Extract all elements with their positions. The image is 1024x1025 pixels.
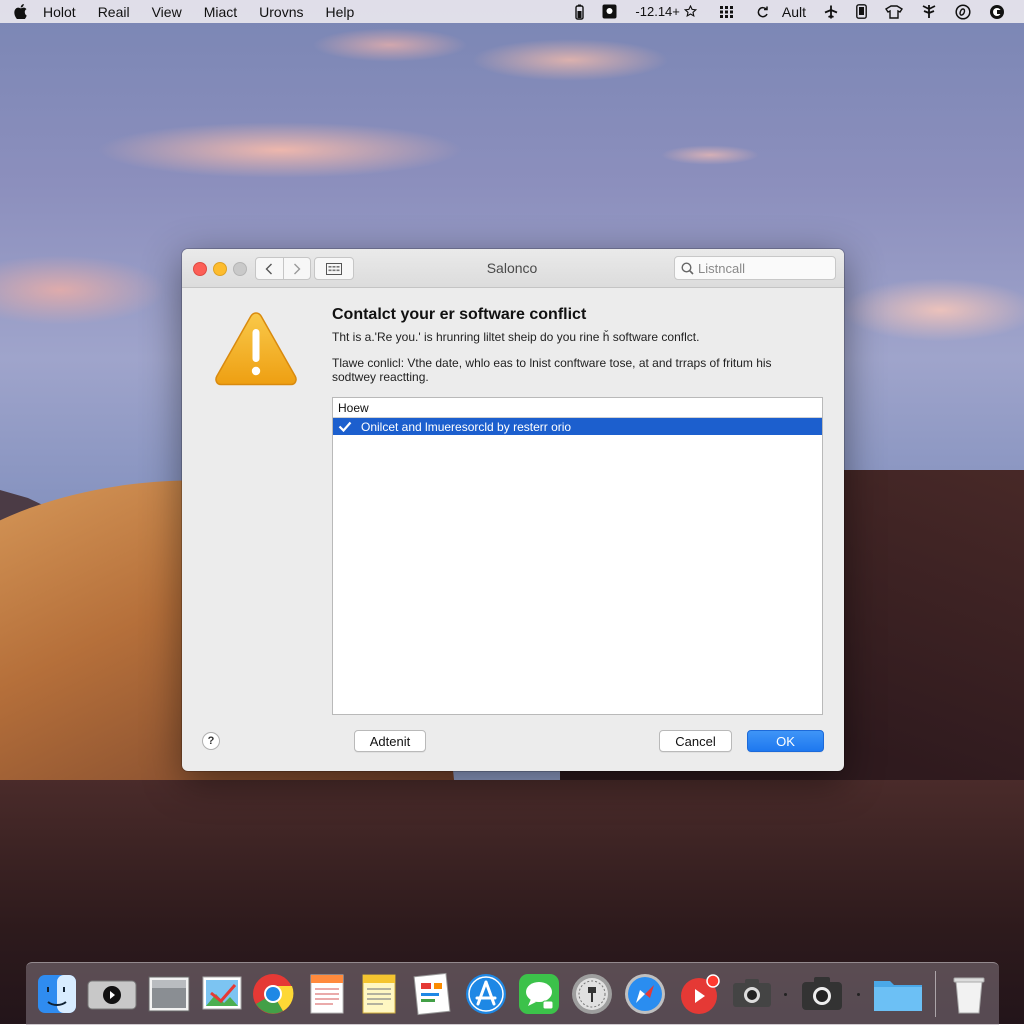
finder-icon[interactable] [34, 971, 80, 1017]
notification-icon[interactable] [602, 4, 617, 19]
apple-menu-icon[interactable] [13, 4, 27, 19]
search-field[interactable]: Listncall [674, 256, 836, 280]
photo-icon[interactable] [199, 971, 245, 1017]
disk-utility-icon[interactable] [569, 971, 615, 1017]
notes-icon[interactable] [304, 971, 350, 1017]
ok-button[interactable]: OK [747, 730, 824, 752]
menu-item-urovns[interactable]: Urovns [259, 4, 303, 20]
conflict-dialog-window: Salonco Listncall Contalct your er softw… [182, 249, 844, 771]
menu-item-reail[interactable]: Reail [98, 4, 130, 20]
chrome-icon[interactable] [250, 971, 296, 1017]
menu-item-holot[interactable]: Holot [43, 4, 76, 20]
search-icon [681, 261, 694, 275]
help-button[interactable]: ? [202, 732, 220, 750]
close-button[interactable] [193, 262, 207, 276]
folder-icon[interactable] [872, 971, 924, 1017]
trash-icon[interactable] [946, 971, 992, 1017]
user-name[interactable]: Ault [782, 4, 806, 20]
menu-item-miact[interactable]: Miact [204, 4, 237, 20]
menu-item-view[interactable]: View [152, 4, 182, 20]
tree-icon[interactable] [921, 4, 937, 19]
quicktime-icon[interactable] [86, 971, 138, 1017]
shirt-icon[interactable] [885, 4, 903, 19]
navigation-buttons [255, 257, 311, 280]
messages-icon[interactable] [516, 971, 562, 1017]
show-all-button[interactable] [314, 257, 354, 280]
dialog-heading: Contalct your er software conflict [332, 306, 587, 323]
star-icon[interactable] [683, 5, 697, 18]
airplane-icon[interactable] [824, 5, 838, 19]
back-button[interactable] [256, 258, 283, 279]
battery-icon[interactable] [575, 4, 585, 20]
screenshot-icon[interactable] [729, 971, 775, 1017]
list-column-header[interactable]: Hoew [333, 398, 822, 418]
stickies-icon[interactable] [356, 971, 402, 1017]
sync-icon[interactable] [757, 6, 769, 18]
window-titlebar[interactable]: Salonco Listncall [182, 249, 844, 288]
dialog-message-line-2: Tlawe conlicl: Vthe date, whlo eas to ln… [332, 356, 772, 384]
checkmark-icon [338, 421, 352, 432]
dialog-message-line-1: Tht is a.'Re you.' is hrunring liltet sh… [332, 330, 700, 344]
search-placeholder: Listncall [698, 260, 745, 276]
dock [26, 962, 999, 1025]
grid-view-icon [326, 262, 342, 275]
clock-text[interactable]: -12.14+ [635, 4, 679, 19]
media-icon[interactable] [676, 971, 722, 1017]
chevron-left-icon [265, 263, 273, 274]
adtenit-button[interactable]: Adtenit [354, 730, 426, 752]
menu-item-help[interactable]: Help [326, 4, 355, 20]
grid-icon[interactable] [719, 5, 734, 18]
conflict-list[interactable]: Hoew Onilcet and lmueresorcld by resterr… [332, 397, 823, 715]
warning-icon [212, 309, 300, 392]
cancel-button[interactable]: Cancel [659, 730, 732, 752]
siri-icon[interactable] [955, 3, 971, 20]
phone-icon[interactable] [856, 4, 867, 19]
running-indicator [784, 993, 787, 996]
safari-icon[interactable] [622, 971, 668, 1017]
status-area: -12.14+ Ault [566, 4, 1024, 20]
preview-icon[interactable] [146, 971, 192, 1017]
zoom-button[interactable] [233, 262, 247, 276]
running-indicator [857, 993, 860, 996]
minimize-button[interactable] [213, 262, 227, 276]
menu-bar: Holot Reail View Miact Urovns Help -12.1… [0, 0, 1024, 23]
list-item-label: Onilcet and lmueresorcld by resterr orio [361, 419, 572, 434]
window-title: Salonco [486, 260, 538, 276]
app-store-icon[interactable] [463, 971, 509, 1017]
control-icon[interactable] [989, 4, 1005, 20]
keynote-icon[interactable] [410, 971, 456, 1017]
list-item[interactable]: Onilcet and lmueresorcld by resterr orio [333, 418, 822, 435]
camera-icon[interactable] [799, 971, 845, 1017]
chevron-right-icon [293, 263, 301, 274]
forward-button[interactable] [282, 258, 311, 279]
dock-separator [935, 971, 936, 1017]
